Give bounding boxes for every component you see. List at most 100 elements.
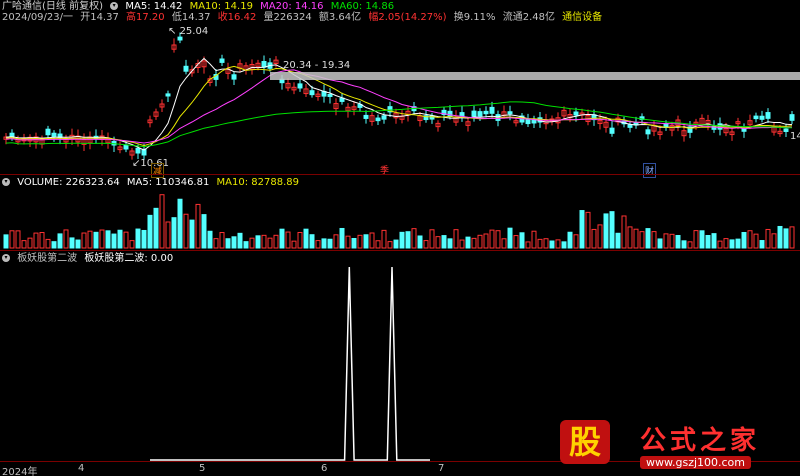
- volume-bar: [117, 229, 123, 249]
- volume-bar: [357, 234, 363, 249]
- volume-bar: [567, 231, 573, 249]
- price-candle: [33, 132, 39, 149]
- price-candle: [261, 55, 267, 74]
- price-candle: [603, 116, 609, 133]
- price-candle: [27, 134, 33, 148]
- price-candle: [765, 108, 771, 123]
- price-candle: [321, 84, 327, 103]
- volume-bar: [63, 229, 69, 249]
- range-label: 20.34 - 19.34: [283, 60, 351, 71]
- price-candle: [585, 109, 591, 126]
- volume-bar: [243, 241, 249, 249]
- price-candle: [351, 101, 357, 116]
- volume-bar: [111, 233, 117, 249]
- volume-value: VOLUME: 226323.64: [17, 177, 120, 188]
- price-candle: [225, 62, 231, 80]
- price-candle: [93, 129, 99, 144]
- volume-bar: [285, 231, 291, 249]
- volume-bar: [219, 232, 225, 249]
- volume-bar: [765, 228, 771, 249]
- volume-bar: [297, 231, 303, 249]
- volume-bar: [483, 233, 489, 249]
- price-candle: [435, 120, 441, 132]
- volume-bar: [279, 228, 285, 249]
- volume-bar: [417, 235, 423, 249]
- price-candle: [459, 105, 465, 122]
- indicator-settings-icon[interactable]: ▾: [2, 254, 10, 262]
- price-candle: [741, 123, 747, 138]
- volume-bar: [399, 231, 405, 249]
- panel-separator-2: [0, 250, 800, 251]
- event-flag-1[interactable]: 减: [151, 163, 165, 178]
- volume-ma10: MA10: 82788.89: [216, 177, 299, 188]
- indicator-name[interactable]: 板妖股第二波: [17, 253, 77, 264]
- volume-bar: [405, 231, 411, 249]
- volume-bar: [573, 234, 579, 249]
- volume-bar: [705, 234, 711, 249]
- volume-bar: [393, 239, 399, 249]
- volume-bar: [381, 229, 387, 249]
- volume-bar: [303, 228, 309, 249]
- volume-bar: [213, 238, 219, 249]
- volume-bar: [525, 241, 531, 249]
- price-candle: [285, 78, 291, 92]
- price-candle: [375, 114, 381, 125]
- volume-bar: [327, 238, 333, 249]
- volume-bar: [51, 241, 57, 249]
- volume-bar: [201, 214, 207, 249]
- event-flag-3[interactable]: 财: [643, 163, 657, 178]
- panel-separator-1: [0, 174, 800, 175]
- volume-bar: [9, 230, 15, 249]
- volume-bar: [147, 214, 153, 249]
- price-candle: [147, 115, 153, 128]
- volume-bar: [453, 229, 459, 249]
- volume-bar: [153, 207, 159, 249]
- price-candle: [357, 100, 363, 112]
- high-price-marker: ↖ 25.04: [168, 26, 209, 37]
- price-candle: [297, 78, 303, 92]
- price-candle: [117, 141, 123, 154]
- volume-bar: [183, 213, 189, 249]
- volume-bar: [639, 231, 645, 249]
- volume-bar: [597, 224, 603, 249]
- price-candle: [315, 90, 321, 101]
- volume-bar: [711, 233, 717, 249]
- volume-bar: [375, 240, 381, 249]
- volume-bar: [189, 219, 195, 249]
- volume-bar: [81, 232, 87, 249]
- volume-bar: [699, 230, 705, 249]
- price-candle: [165, 90, 171, 102]
- volume-bar: [717, 240, 723, 249]
- volume-bar: [45, 238, 51, 249]
- volume-bar: [651, 231, 657, 249]
- volume-bar: [231, 236, 237, 249]
- price-candle: [81, 133, 87, 152]
- volume-bar: [513, 235, 519, 249]
- volume-bar: [621, 215, 627, 249]
- price-candle: [471, 105, 477, 122]
- volume-bar: [411, 228, 417, 249]
- volume-bar: [687, 241, 693, 249]
- volume-bar: [339, 227, 345, 249]
- volume-bar: [519, 232, 525, 249]
- volume-bar: [69, 237, 75, 249]
- volume-bar: [129, 240, 135, 249]
- volume-bar: [633, 228, 639, 249]
- indicator-header: ▾ 板妖股第二波 板妖股第二波: 0.00: [2, 253, 177, 265]
- x-label-year: 2024年: [2, 467, 38, 476]
- volume-bar: [507, 227, 513, 249]
- volume-bar: [3, 234, 9, 249]
- price-candle: [465, 117, 471, 132]
- volume-bar: [441, 235, 447, 249]
- volume-bar: [723, 238, 729, 249]
- price-candle: [789, 110, 795, 125]
- volume-bar: [777, 225, 783, 249]
- volume-settings-icon[interactable]: ▾: [2, 178, 10, 186]
- volume-bar: [627, 226, 633, 249]
- volume-bar: [57, 233, 63, 249]
- price-candle: [333, 98, 339, 116]
- volume-bar: [669, 233, 675, 249]
- volume-bar: [753, 233, 759, 249]
- volume-bar: [495, 230, 501, 249]
- price-candle: [105, 132, 111, 149]
